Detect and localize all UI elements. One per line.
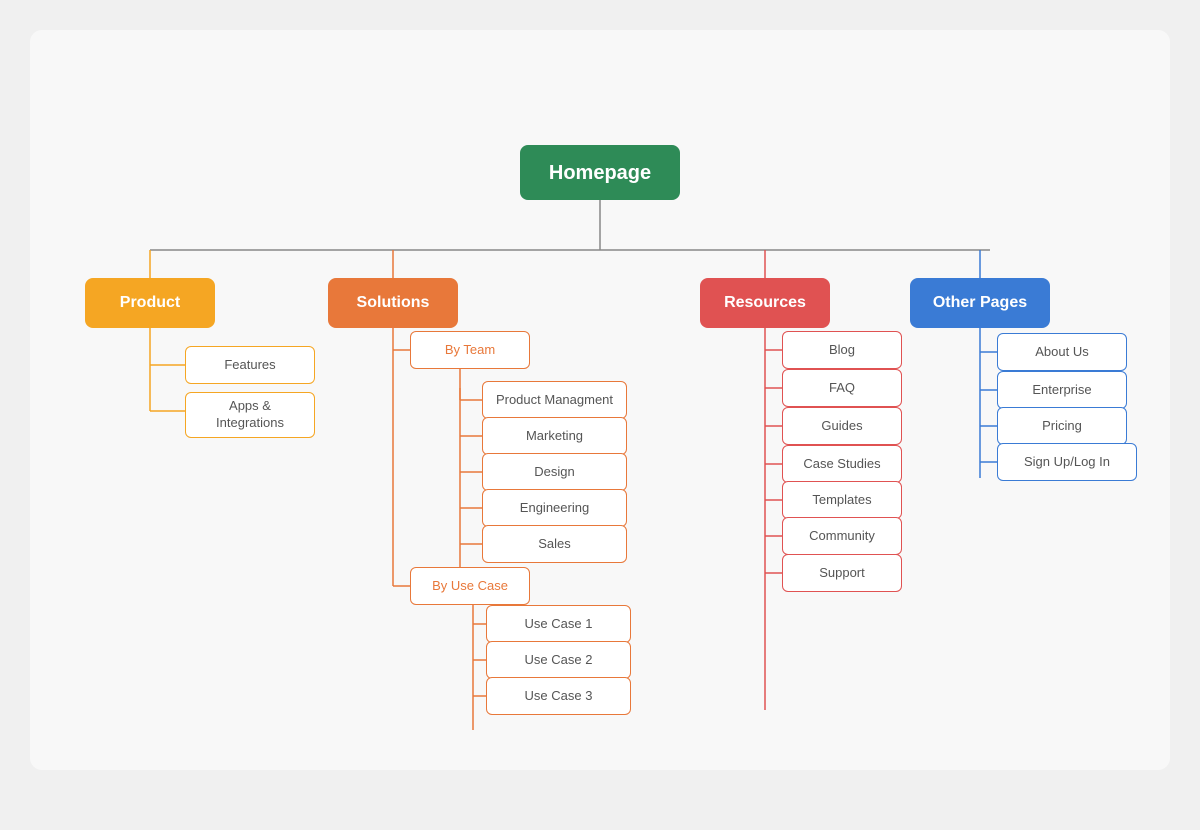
sales-label: Sales [538,536,571,553]
use-case-1-label: Use Case 1 [525,616,593,633]
about-us-label: About Us [1035,344,1088,361]
community-label: Community [809,528,875,545]
product-node[interactable]: Product [85,278,215,328]
about-us-node[interactable]: About Us [997,333,1127,371]
use-case-3-node[interactable]: Use Case 3 [486,677,631,715]
by-team-node[interactable]: By Team [410,331,530,369]
marketing-label: Marketing [526,428,583,445]
sign-up-node[interactable]: Sign Up/Log In [997,443,1137,481]
engineering-label: Engineering [520,500,589,517]
sign-up-label: Sign Up/Log In [1024,454,1110,471]
guides-label: Guides [821,418,862,435]
apps-integrations-node[interactable]: Apps & Integrations [185,392,315,438]
solutions-label: Solutions [357,293,430,314]
product-label: Product [120,293,180,314]
use-case-3-label: Use Case 3 [525,688,593,705]
by-use-case-label: By Use Case [432,578,508,595]
homepage-label: Homepage [549,160,651,186]
homepage-node: Homepage [520,145,680,200]
engineering-node[interactable]: Engineering [482,489,627,527]
community-node[interactable]: Community [782,517,902,555]
blog-node[interactable]: Blog [782,331,902,369]
support-node[interactable]: Support [782,554,902,592]
marketing-node[interactable]: Marketing [482,417,627,455]
product-mgmt-node[interactable]: Product Managment [482,381,627,419]
features-node[interactable]: Features [185,346,315,384]
other-pages-node[interactable]: Other Pages [910,278,1050,328]
resources-node[interactable]: Resources [700,278,830,328]
case-studies-node[interactable]: Case Studies [782,445,902,483]
sales-node[interactable]: Sales [482,525,627,563]
design-node[interactable]: Design [482,453,627,491]
pricing-node[interactable]: Pricing [997,407,1127,445]
by-team-label: By Team [445,342,495,359]
use-case-2-node[interactable]: Use Case 2 [486,641,631,679]
enterprise-label: Enterprise [1032,382,1091,399]
templates-node[interactable]: Templates [782,481,902,519]
product-mgmt-label: Product Managment [496,392,613,409]
design-label: Design [534,464,574,481]
case-studies-label: Case Studies [803,456,880,473]
templates-label: Templates [812,492,871,509]
use-case-2-label: Use Case 2 [525,652,593,669]
use-case-1-node[interactable]: Use Case 1 [486,605,631,643]
by-use-case-node[interactable]: By Use Case [410,567,530,605]
support-label: Support [819,565,865,582]
enterprise-node[interactable]: Enterprise [997,371,1127,409]
blog-label: Blog [829,342,855,359]
faq-label: FAQ [829,380,855,397]
features-label: Features [224,357,275,374]
solutions-node[interactable]: Solutions [328,278,458,328]
pricing-label: Pricing [1042,418,1082,435]
guides-node[interactable]: Guides [782,407,902,445]
resources-label: Resources [724,293,806,314]
faq-node[interactable]: FAQ [782,369,902,407]
other-pages-label: Other Pages [933,293,1027,314]
apps-integrations-label: Apps & Integrations [196,398,304,432]
